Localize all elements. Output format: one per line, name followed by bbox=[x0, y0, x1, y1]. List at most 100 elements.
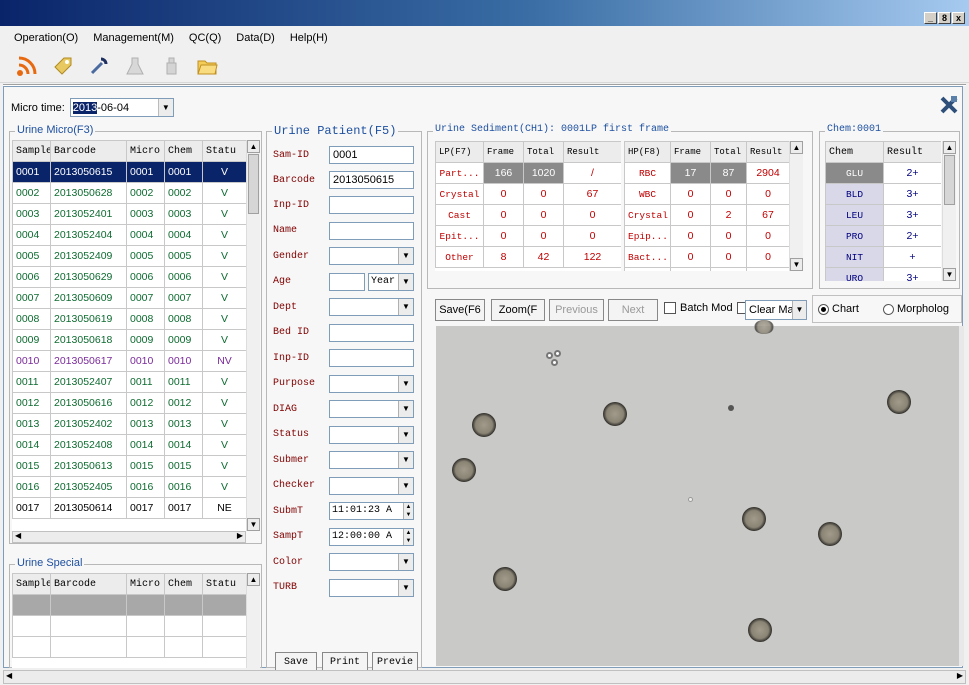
table-row[interactable]: 0010 2013050617 0010 0010 NV bbox=[12, 350, 246, 372]
window-hscrollbar[interactable]: ◀ ▶ bbox=[3, 670, 966, 684]
close-window-button[interactable]: x bbox=[952, 12, 965, 24]
table-row[interactable]: 0002 2013050628 0002 0002 V bbox=[12, 182, 246, 204]
menu-qc[interactable]: QC(Q) bbox=[189, 32, 221, 44]
col-header[interactable]: Result bbox=[746, 141, 789, 163]
chevron-down-icon[interactable]: ▼ bbox=[792, 301, 806, 319]
chevron-down-icon[interactable]: ▼ bbox=[398, 248, 413, 264]
col-header[interactable]: Total bbox=[523, 141, 564, 163]
table-row[interactable]: Epit... 0 0 0 bbox=[435, 225, 621, 247]
dropdown-select[interactable]: ▼ bbox=[329, 425, 414, 444]
menu-management[interactable]: Management(M) bbox=[93, 32, 174, 44]
text-input[interactable] bbox=[329, 196, 414, 214]
scroll-left-icon[interactable]: ◀ bbox=[6, 671, 12, 680]
col-chem[interactable]: Chem bbox=[164, 140, 203, 162]
menu-operation[interactable]: Operation(O) bbox=[14, 32, 78, 44]
table-row[interactable]: Cast 0 0 0 bbox=[435, 204, 621, 226]
col-status[interactable]: Statu bbox=[202, 573, 246, 595]
scroll-down-icon[interactable]: ▼ bbox=[943, 268, 956, 281]
scroll-right-icon[interactable]: ▶ bbox=[237, 531, 243, 540]
scroll-up-icon[interactable]: ▲ bbox=[790, 141, 803, 154]
scroll-up-icon[interactable]: ▲ bbox=[943, 141, 956, 154]
patient-save-button[interactable]: Save bbox=[275, 652, 317, 672]
chevron-down-icon[interactable]: ▼ bbox=[398, 452, 413, 468]
col-header[interactable]: LP(F7) bbox=[435, 141, 484, 163]
table-row[interactable]: PRO 2+ bbox=[825, 225, 941, 247]
scroll-thumb[interactable] bbox=[248, 154, 259, 214]
table-row[interactable] bbox=[12, 615, 246, 637]
table-row[interactable]: Bact... 0 0 0 bbox=[624, 246, 789, 268]
chevron-down-icon[interactable]: ▼ bbox=[157, 99, 173, 116]
chevron-down-icon[interactable]: ▼ bbox=[398, 579, 413, 596]
time-spinner[interactable]: 12:00:00 A ▲ ▼ bbox=[329, 527, 414, 546]
table-row[interactable]: URO 3+ bbox=[825, 267, 941, 281]
batch-mode-toggle[interactable]: Batch Mod bbox=[664, 302, 749, 314]
dropdown-select[interactable]: ▼ bbox=[329, 298, 414, 316]
table-row[interactable]: Part... 166 1020/ bbox=[435, 162, 621, 184]
text-input[interactable] bbox=[329, 349, 414, 367]
dropdown-select[interactable]: ▼ bbox=[329, 247, 414, 265]
dropdown-select[interactable]: ▼ bbox=[329, 374, 414, 393]
micro-hscrollbar[interactable]: ◀ ▶ bbox=[12, 531, 246, 543]
pipette-icon[interactable] bbox=[86, 53, 112, 79]
col-header[interactable]: HP(F8) bbox=[624, 141, 671, 163]
table-row[interactable]: Other 8 42 122 bbox=[435, 246, 621, 268]
table-row[interactable]: 0017 2013050614 0017 0017 NE bbox=[12, 497, 246, 519]
zoom-button[interactable]: Zoom(F bbox=[491, 299, 545, 321]
text-input[interactable] bbox=[329, 221, 414, 240]
table-row[interactable]: Epip... 0 0 0 bbox=[624, 225, 789, 247]
table-row[interactable]: 0015 2013050613 0015 0015 V bbox=[12, 455, 246, 477]
patient-preview-button[interactable]: Previe bbox=[372, 652, 418, 672]
menu-help[interactable]: Help(H) bbox=[290, 32, 328, 44]
col-chem[interactable]: Chem bbox=[825, 141, 884, 163]
scroll-thumb[interactable] bbox=[944, 155, 955, 205]
micro-time-input[interactable]: 2013 -06-04 ▼ bbox=[69, 98, 174, 117]
table-row[interactable]: 0012 2013050616 0012 0012 V bbox=[12, 392, 246, 414]
chevron-down-icon[interactable]: ▼ bbox=[398, 426, 413, 443]
chevron-down-icon[interactable]: ▼ bbox=[398, 477, 413, 494]
special-scrollbar[interactable]: ▲ bbox=[246, 573, 260, 668]
text-input[interactable]: 2013050615 bbox=[329, 171, 414, 189]
table-row[interactable]: 0007 2013050609 0007 0007 V bbox=[12, 287, 246, 309]
minimize-button[interactable]: _ bbox=[924, 12, 937, 24]
table-row[interactable]: 0003 2013052401 0003 0003 V bbox=[12, 203, 246, 225]
tag-icon[interactable] bbox=[50, 53, 76, 79]
table-row[interactable]: BLD 3+ bbox=[825, 183, 941, 205]
chem-scrollbar[interactable]: ▲ ▼ bbox=[942, 141, 956, 281]
spinner-icon[interactable]: ▲ ▼ bbox=[403, 528, 413, 545]
dropdown-select[interactable]: ▼ bbox=[329, 451, 414, 469]
col-micro[interactable]: Micro bbox=[126, 140, 165, 162]
table-row[interactable]: 0005 2013052409 0005 0005 V bbox=[12, 245, 246, 267]
table-row[interactable]: Other000 bbox=[624, 267, 789, 271]
table-row[interactable] bbox=[12, 594, 246, 616]
chevron-down-icon[interactable]: ▼ bbox=[398, 299, 413, 315]
dropdown-select[interactable]: ▼ bbox=[329, 553, 414, 571]
morphology-radio[interactable]: Morpholog bbox=[883, 303, 949, 315]
scroll-up-icon[interactable]: ▲ bbox=[247, 573, 260, 586]
patient-print-button[interactable]: Print bbox=[322, 652, 368, 672]
scroll-left-icon[interactable]: ◀ bbox=[15, 531, 21, 540]
table-row[interactable]: 0016 2013052405 0016 0016 V bbox=[12, 476, 246, 498]
table-row[interactable]: RBC 17 87 2904 bbox=[624, 162, 789, 184]
hp-scrollbar[interactable]: ▲ ▼ bbox=[789, 141, 803, 271]
radio-unselected-icon[interactable] bbox=[883, 303, 894, 315]
microscope-image[interactable] bbox=[436, 320, 959, 666]
micro-scrollbar[interactable]: ▲ ▼ bbox=[246, 140, 260, 531]
age-input[interactable] bbox=[329, 272, 365, 291]
table-row[interactable]: 0014 2013052408 0014 0014 V bbox=[12, 434, 246, 456]
table-row[interactable]: 0013 2013052402 0013 0013 V bbox=[12, 413, 246, 435]
table-row[interactable]: WBC 0 0 0 bbox=[624, 183, 789, 205]
scroll-right-icon[interactable]: ▶ bbox=[957, 671, 963, 680]
col-result[interactable]: Result bbox=[883, 141, 941, 163]
tools-icon[interactable] bbox=[939, 95, 959, 115]
menu-data[interactable]: Data(D) bbox=[236, 32, 275, 44]
dropdown-select[interactable]: ▼ bbox=[329, 476, 414, 495]
col-sample[interactable]: Sample bbox=[12, 140, 51, 162]
col-header[interactable]: Total bbox=[710, 141, 747, 163]
rss-icon[interactable] bbox=[14, 53, 40, 79]
chevron-down-icon[interactable]: ▼ bbox=[398, 401, 413, 417]
chevron-down-icon[interactable]: ▼ bbox=[398, 554, 413, 570]
table-row[interactable]: 0001 2013050615 0001 0001 V bbox=[12, 161, 246, 183]
previous-button[interactable]: Previous bbox=[549, 299, 604, 321]
table-row[interactable]: Crystal 0 2 67 bbox=[624, 204, 789, 226]
spinner-icon[interactable]: ▲ ▼ bbox=[403, 503, 413, 519]
